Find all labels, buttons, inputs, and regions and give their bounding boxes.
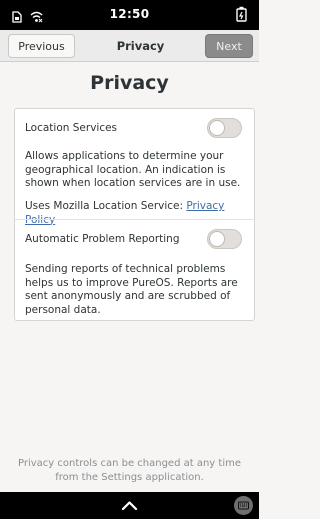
header-bar: Previous Privacy Next xyxy=(0,30,259,62)
previous-button[interactable]: Previous xyxy=(8,34,75,58)
problem-reporting-label: Automatic Problem Reporting xyxy=(25,233,180,245)
header-title: Privacy xyxy=(116,39,165,53)
switch-knob xyxy=(209,120,225,136)
card-divider xyxy=(15,219,254,220)
problem-reporting-switch[interactable] xyxy=(207,229,242,249)
location-services-switch[interactable] xyxy=(207,118,242,138)
footer-note: Privacy controls can be changed at any t… xyxy=(18,458,241,483)
battery-icon xyxy=(236,6,247,26)
status-bar: 12:50 xyxy=(0,0,259,30)
location-services-description: Allows applications to determine your ge… xyxy=(25,150,241,189)
clock: 12:50 xyxy=(109,7,150,21)
location-services-label: Location Services xyxy=(25,122,118,134)
switch-knob xyxy=(209,231,225,247)
provider-text: Uses Mozilla Location Service: xyxy=(25,200,187,212)
chevron-up-icon[interactable] xyxy=(121,497,138,518)
keyboard-icon[interactable] xyxy=(234,496,253,515)
page-title: Privacy xyxy=(90,72,169,94)
privacy-settings-card: Location Services Allows applications to… xyxy=(14,108,255,321)
problem-reporting-description: Sending reports of technical problems he… xyxy=(25,263,238,316)
location-service-provider: Uses Mozilla Location Service: Privacy P… xyxy=(25,200,249,227)
next-button[interactable]: Next xyxy=(205,34,253,58)
bottom-bar xyxy=(0,492,259,519)
